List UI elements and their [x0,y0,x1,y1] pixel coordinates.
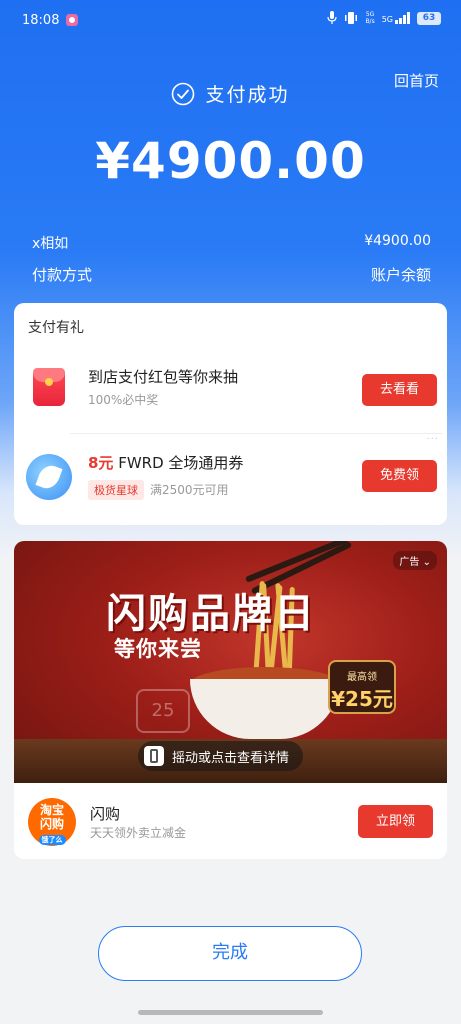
app-notification-icon [66,14,78,26]
check-circle-icon [172,82,195,105]
ad-label[interactable]: 广告 ⌄ [393,551,437,570]
advertiser-sub: 天天领外卖立减金 [90,826,187,840]
status-icons: 5G B/s 5G 63 [327,11,441,25]
coupon-sub: 极货星球 满2500元可用 [88,480,229,500]
free-claim-button[interactable]: 免费领 [362,460,437,492]
red-packet-title: 到店支付红包等你来抽 [88,368,239,386]
noodle-bowl [190,679,340,739]
status-bar: 18:08 5G B/s 5G 63 [0,0,461,40]
payment-method-label: 付款方式 [32,266,93,284]
network-speed: 5G B/s [365,11,374,25]
red-packet-sub: 100%必中奖 [88,393,159,407]
done-button[interactable]: 完成 [98,926,362,981]
microphone-icon [327,11,338,24]
claim-now-button[interactable]: 立即领 [358,805,433,838]
gift-card-title: 支付有礼 [28,320,84,336]
shake-phone-icon [144,746,164,766]
network-speed-unit: B/s [365,18,375,25]
chevron-down-icon: ⌄ [422,557,431,568]
payment-success-row: 支付成功 [0,80,461,107]
payee-name: x相如 [32,236,69,252]
payee-amount: ¥4900.00 [364,233,431,249]
coupon-name: FWRD 全场通用券 [118,454,244,472]
status-time: 18:08 [22,13,60,28]
taobao-shangou-logo: 淘宝 闪购 饿了么 [28,798,76,846]
signal-icon [395,12,410,24]
success-text: 支付成功 [205,84,290,106]
gift-item-coupon[interactable]: 8元 FWRD 全场通用券 极货星球 满2500元可用 免费领 [14,440,447,520]
payment-method-row: 付款方式 账户余额 [32,264,431,285]
signal-group: 5G [382,12,410,24]
coupon-badge-label: 最高领 [347,672,377,683]
ad-banner[interactable]: 闪购品牌日 等你来尝 25 最高领 ¥25元 广告 ⌄ 摇动或点击查看详情 [14,541,447,783]
ad-label-text: 广告 [399,557,420,568]
network-speed-value: 5G [365,11,375,18]
coupon-condition: 满2500元可用 [150,483,229,497]
shake-hint[interactable]: 摇动或点击查看详情 [138,741,304,771]
coupon-badge-value: ¥25元 [331,687,393,711]
banner-title: 闪购品牌日 [106,591,316,637]
go-see-button[interactable]: 去看看 [362,374,437,406]
shake-hint-text: 摇动或点击查看详情 [172,750,290,766]
payee-row: x相如 ¥4900.00 [32,233,431,253]
chopstick-1 [244,541,350,583]
payment-method-value: 账户余额 [370,266,431,284]
gift-divider [70,433,443,434]
ghost-coupon-badge: 25 [136,689,190,733]
advertiser-name: 闪购 [90,805,121,823]
network-type: 5G [381,15,393,24]
banner-subtitle: 等你来尝 [114,637,202,661]
coupon-title: 8元 FWRD 全场通用券 [88,452,243,473]
red-packet-icon [33,368,65,406]
coupon-amount: 8元 [88,454,114,472]
gift-item-red-packet[interactable]: 到店支付红包等你来抽 100%必中奖 去看看 [14,344,447,434]
logo-line1: 淘宝 [39,803,64,817]
coupon-badge: 最高领 ¥25元 [328,660,396,714]
logo-small: 饿了么 [38,835,66,845]
logo-line2: 闪购 [39,817,64,831]
payment-amount: ¥4900.00 [95,132,366,190]
home-indicator[interactable] [138,1010,323,1015]
vibrate-icon [345,12,358,24]
ad-card[interactable]: 闪购品牌日 等你来尝 25 最高领 ¥25元 广告 ⌄ 摇动或点击查看详情 淘宝… [14,541,447,859]
coupon-store-tag: 极货星球 [88,480,144,500]
battery-icon: 63 [417,11,441,25]
